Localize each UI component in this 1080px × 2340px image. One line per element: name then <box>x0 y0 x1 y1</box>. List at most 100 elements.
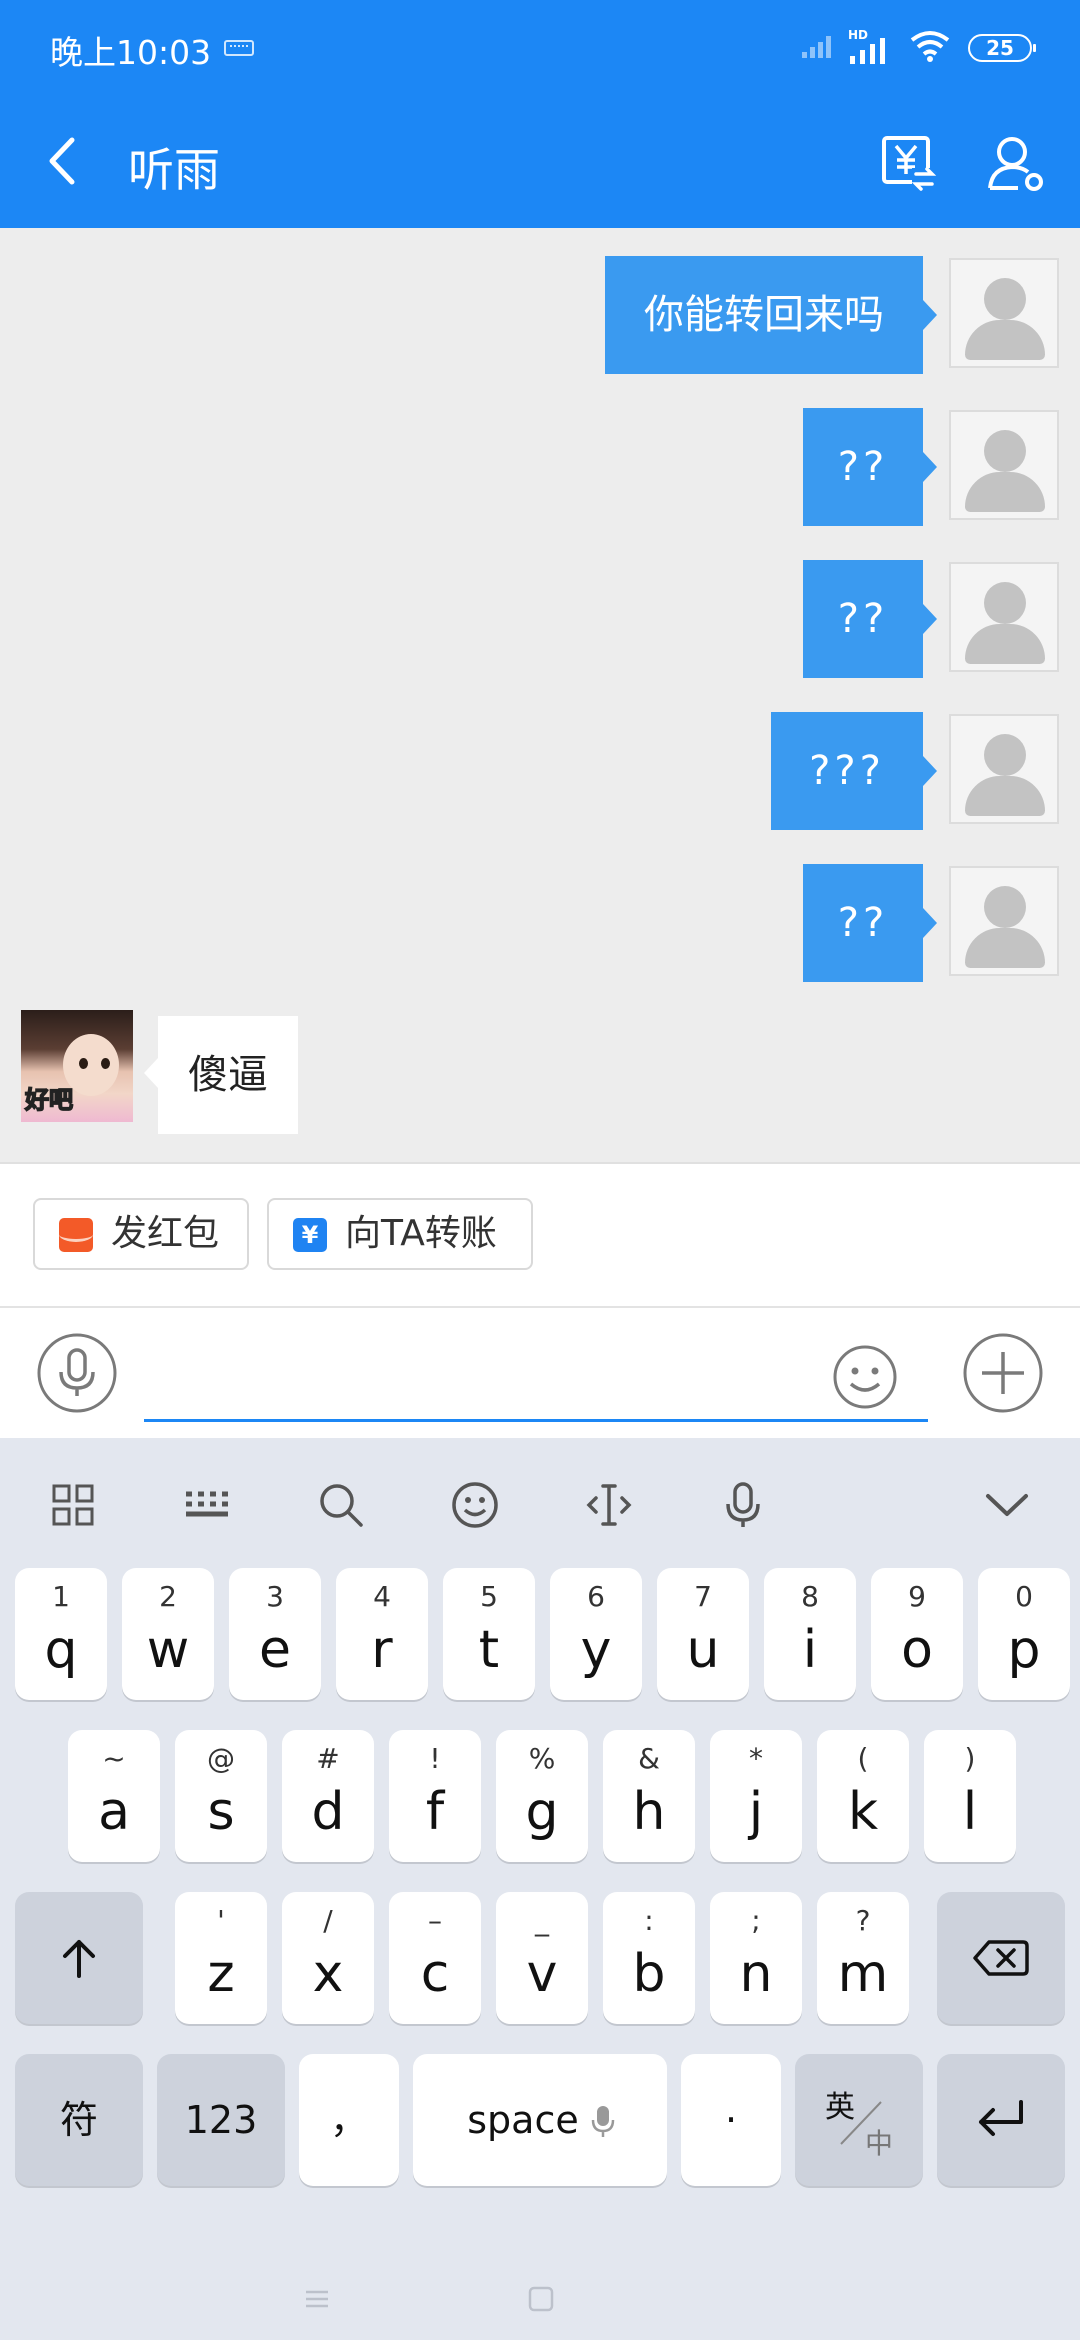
emoji-icon[interactable] <box>450 1480 500 1530</box>
key-hint: 1 <box>52 1580 70 1613</box>
key-hint: % <box>528 1742 556 1775</box>
avatar-default[interactable] <box>949 562 1059 672</box>
keyboard-icon[interactable] <box>182 1480 232 1530</box>
key-hint: ? <box>855 1904 871 1937</box>
outgoing-bubble[interactable]: ?? <box>803 864 937 982</box>
message-input[interactable] <box>144 1338 928 1422</box>
yuan-transfer-icon[interactable] <box>880 134 938 192</box>
key-x[interactable]: / x <box>282 1892 374 2024</box>
key-label: p <box>1007 1620 1041 1680</box>
key-s[interactable]: @ s <box>175 1730 267 1862</box>
key-n[interactable]: ; n <box>710 1892 802 2024</box>
symbols-key[interactable]: 符 <box>15 2054 143 2186</box>
key-a[interactable]: ~ a <box>68 1730 160 1862</box>
space-mic-icon <box>591 2106 615 2137</box>
key-y[interactable]: 6y <box>550 1568 642 1700</box>
grid-icon[interactable] <box>48 1480 98 1530</box>
key-t[interactable]: 5t <box>443 1568 535 1700</box>
key-o[interactable]: 9o <box>871 1568 963 1700</box>
outgoing-bubble[interactable]: 你能转回来吗 <box>605 256 937 374</box>
voice-input-icon[interactable] <box>36 1332 118 1414</box>
cursor-icon[interactable] <box>584 1480 634 1530</box>
key-hint: 3 <box>266 1580 284 1613</box>
key-label: a <box>98 1782 130 1842</box>
key-i[interactable]: 8i <box>764 1568 856 1700</box>
search-icon[interactable] <box>316 1480 366 1530</box>
key-z[interactable]: ' z <box>175 1892 267 2024</box>
avatar-sticker-text: 好吧 <box>24 1085 74 1115</box>
collapse-icon[interactable] <box>982 1480 1032 1530</box>
status-bar: 晚上10:03 HD 25 <box>0 0 1080 96</box>
key-u[interactable]: 7u <box>657 1568 749 1700</box>
back-chevron-icon[interactable] <box>44 136 78 186</box>
avatar-default[interactable] <box>949 410 1059 520</box>
key-f[interactable]: ! f <box>389 1730 481 1862</box>
transfer-button[interactable]: ¥ 向TA转账 <box>267 1198 533 1270</box>
key-label: x <box>312 1944 344 2004</box>
key-v[interactable]: _ v <box>496 1892 588 2024</box>
key-hint: : <box>644 1904 654 1937</box>
key-label: g <box>525 1782 559 1842</box>
outgoing-bubble[interactable]: ??? <box>771 712 937 830</box>
emoji-icon[interactable] <box>832 1344 898 1410</box>
key-e[interactable]: 3e <box>229 1568 321 1700</box>
key-w[interactable]: 2w <box>122 1568 214 1700</box>
message-list[interactable]: 你能转回来吗 ?? ?? ??? ?? 好吧 傻逼 <box>0 228 1080 1162</box>
home-nav-icon[interactable] <box>526 2284 556 2314</box>
backspace-icon <box>973 1940 1029 1976</box>
incoming-bubble[interactable]: 傻逼 <box>144 1016 298 1134</box>
key-hint: _ <box>535 1904 549 1937</box>
key-h[interactable]: & h <box>603 1730 695 1862</box>
key-k[interactable]: (k <box>817 1730 909 1862</box>
period-key[interactable]: · <box>681 2054 781 2186</box>
quick-action-bar: 发红包 ¥ 向TA转账 <box>0 1162 1080 1306</box>
backspace-key[interactable] <box>937 1892 1065 2024</box>
chat-title: 听雨 <box>128 143 220 197</box>
key-hint: 8 <box>801 1580 819 1613</box>
key-hint: 6 <box>587 1580 605 1613</box>
key-j[interactable]: * j <box>710 1730 802 1862</box>
red-packet-button[interactable]: 发红包 <box>33 1198 249 1270</box>
key-hint: 2 <box>159 1580 177 1613</box>
key-label: q <box>44 1620 78 1680</box>
numbers-key-label: 123 <box>184 2098 258 2142</box>
symbols-key-label: 符 <box>59 2098 98 2142</box>
system-nav-bar <box>0 2258 1080 2340</box>
comma-key-label: ， <box>329 2098 368 2142</box>
key-label: f <box>425 1782 445 1842</box>
key-hint: 4 <box>373 1580 391 1613</box>
language-switch-key[interactable]: 英 中 <box>795 2054 923 2186</box>
key-label: i <box>802 1620 818 1680</box>
key-b[interactable]: :b <box>603 1892 695 2024</box>
shift-arrow-icon <box>63 1940 95 1978</box>
key-hint: 9 <box>908 1580 926 1613</box>
shift-key[interactable] <box>15 1892 143 2024</box>
enter-key[interactable] <box>937 2054 1065 2186</box>
space-key[interactable]: space <box>413 2054 667 2186</box>
plus-icon[interactable] <box>962 1332 1044 1414</box>
avatar-default[interactable] <box>949 258 1059 368</box>
key-d[interactable]: # d <box>282 1730 374 1862</box>
person-settings-icon[interactable] <box>986 134 1046 192</box>
key-m[interactable]: ? m <box>817 1892 909 2024</box>
key-l[interactable]: ) l <box>924 1730 1016 1862</box>
key-label: o <box>901 1620 933 1680</box>
input-bar <box>0 1306 1080 1438</box>
key-label: l <box>962 1782 978 1842</box>
menu-nav-icon[interactable] <box>302 2284 332 2314</box>
numbers-key[interactable]: 123 <box>157 2054 285 2186</box>
key-r[interactable]: 4r <box>336 1568 428 1700</box>
avatar-default[interactable] <box>949 714 1059 824</box>
avatar-default[interactable] <box>949 866 1059 976</box>
outgoing-bubble[interactable]: ?? <box>803 408 937 526</box>
microphone-icon[interactable] <box>718 1480 768 1530</box>
key-q[interactable]: 1q <box>15 1568 107 1700</box>
key-p[interactable]: 0p <box>978 1568 1070 1700</box>
message-row: 好吧 傻逼 <box>0 1010 1080 1134</box>
comma-key[interactable]: ， <box>299 2054 399 2186</box>
key-c[interactable]: – c <box>389 1892 481 2024</box>
key-g[interactable]: % g <box>496 1730 588 1862</box>
red-packet-icon <box>59 1218 93 1252</box>
outgoing-bubble[interactable]: ?? <box>803 560 937 678</box>
contact-avatar[interactable]: 好吧 <box>21 1010 133 1122</box>
